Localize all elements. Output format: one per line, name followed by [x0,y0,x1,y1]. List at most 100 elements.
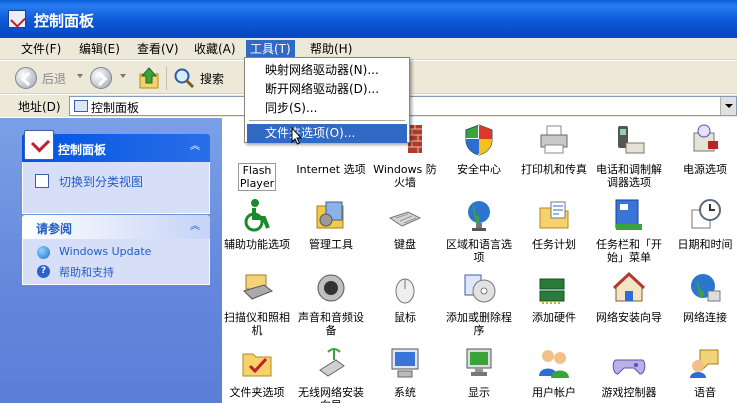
cp-item-accessibility[interactable]: 辅助功能选项 [222,198,292,251]
cp-item-mouse[interactable]: 鼠标 [370,271,440,324]
item-label: 鼠标 [394,311,416,324]
menu-view[interactable]: 查看(V) [133,40,183,58]
cp-item-admin-tools[interactable]: 管理工具 [296,198,366,251]
back-dropdown-icon[interactable] [77,74,83,78]
cp-item-add-hardware[interactable]: 添加硬件 [519,271,589,324]
item-label: 辅助功能选项 [224,238,290,251]
search-icon[interactable] [172,67,196,89]
cp-item-printers[interactable]: 打印机和传真 [519,123,589,176]
title-bar: 控制面板 [0,0,737,38]
toolbar-separator [166,66,167,90]
cp-item-sound[interactable]: 声音和音频设备 [296,271,366,337]
cp-item-phone-modem[interactable]: 电话和调制解调器选项 [594,123,664,189]
cp-item-date-time[interactable]: 日期和时间 [670,198,737,251]
printer-icon [537,123,571,157]
cp-item-speech[interactable]: 语音 [670,346,737,399]
panel-header[interactable]: 请参阅 ︽ [22,215,210,239]
address-label: 地址(D) [18,100,61,114]
taskbar-icon [612,198,646,232]
display-icon [462,346,496,380]
synchronize-item[interactable]: 同步(S)... [247,99,407,118]
menu-separator [249,120,405,121]
network-wizard-icon [612,271,646,305]
windows-update-icon [37,246,50,259]
item-label: 添加或删除程序 [446,311,512,337]
cp-item-power[interactable]: 电源选项 [670,123,737,176]
item-label: 显示 [468,386,490,399]
speech-icon [688,346,722,380]
item-label: 网络安装向导 [596,311,662,324]
item-label: Internet 选项 [296,163,366,176]
item-label: 区域和语言选项 [446,238,512,264]
disconnect-network-drive-item[interactable]: 断开网络驱动器(D)... [247,80,407,99]
network-connections-icon [688,271,722,305]
folder-options-item[interactable]: 文件夹选项(O)... [247,124,407,143]
menu-tools[interactable]: 工具(T) [246,40,295,58]
item-label: 安全中心 [457,163,501,176]
forward-dropdown-icon[interactable] [120,74,126,78]
add-remove-icon [462,271,496,305]
cp-item-user-accounts[interactable]: 用户帐户 [519,346,589,399]
cp-item-add-remove[interactable]: 添加或删除程序 [444,271,514,337]
cp-item-network-connections[interactable]: 网络连接 [670,271,737,324]
address-value[interactable]: 控制面板 [91,99,139,116]
category-view-icon [35,174,49,188]
item-label: Flash Player [238,163,276,191]
cp-item-system[interactable]: 系统 [370,346,440,399]
switch-category-view-link[interactable]: 切换到分类视图 [59,173,143,190]
panel-title: 请参阅 [36,222,73,236]
item-label: 打印机和传真 [521,163,587,176]
cp-item-scanners[interactable]: 扫描仪和照相机 [222,271,292,337]
cp-item-region-language[interactable]: 区域和语言选项 [444,198,514,264]
address-dropdown-icon[interactable] [720,97,736,115]
panel-body: 切换到分类视图 [22,162,210,214]
cp-item-wireless-setup[interactable]: 无线网络安装向导 [296,346,366,403]
panel-header[interactable]: 控制面板 ︽ [22,130,210,162]
item-label: 文件夹选项 [229,386,285,399]
control-panel-icon [24,130,54,160]
back-button-label[interactable]: 后退 [42,70,66,87]
scheduled-tasks-icon [537,198,571,232]
forward-icon[interactable] [90,67,112,89]
back-icon[interactable] [15,67,37,89]
panel-body: Windows Update ? 帮助和支持 [22,239,210,285]
collapse-icon[interactable]: ︽ [188,140,202,154]
menu-favorites[interactable]: 收藏(A) [190,40,240,58]
item-label: 任务计划 [532,238,576,251]
item-label: 游戏控制器 [601,386,657,399]
cp-item-taskbar[interactable]: 任务栏和「开始」菜单 [594,198,664,264]
cp-item-keyboard[interactable]: 键盘 [370,198,440,251]
link-label[interactable]: 帮助和支持 [59,264,114,280]
item-label: 日期和时间 [677,238,733,251]
phone-modem-icon [612,123,646,157]
cp-item-security-center[interactable]: 安全中心 [444,123,514,176]
menu-edit[interactable]: 编辑(E) [75,40,124,58]
menu-help[interactable]: 帮助(H) [306,40,356,58]
accessibility-icon [240,198,274,232]
item-label: 电源选项 [683,163,727,176]
task-pane: 控制面板 ︽ 切换到分类视图 请参阅 ︽ Windows Update ? 帮助… [0,118,222,403]
cp-item-folder-options[interactable]: 文件夹选项 [222,346,292,399]
globe-icon [462,198,496,232]
item-label: 声音和音频设备 [298,311,364,337]
mouse-cursor-icon [291,127,303,145]
item-label: 任务栏和「开始」菜单 [596,238,662,264]
search-button-label[interactable]: 搜索 [200,70,224,87]
cp-item-display[interactable]: 显示 [444,346,514,399]
link-label[interactable]: Windows Update [59,245,151,258]
collapse-icon[interactable]: ︽ [188,220,202,234]
hardware-icon [537,271,571,305]
menu-file[interactable]: 文件(F) [17,40,65,58]
cp-item-scheduled-tasks[interactable]: 任务计划 [519,198,589,251]
admin-tools-icon [314,198,348,232]
item-label: 用户帐户 [532,386,576,399]
cp-item-network-setup[interactable]: 网络安装向导 [594,271,664,324]
security-center-icon [462,123,496,157]
users-icon [537,346,571,380]
item-label: 添加硬件 [532,311,576,324]
control-panel-icon [8,10,26,28]
map-network-drive-item[interactable]: 映射网络驱动器(N)... [247,61,407,80]
cp-item-game-controllers[interactable]: 游戏控制器 [594,346,664,399]
tools-menu-dropdown: 映射网络驱动器(N)... 断开网络驱动器(D)... 同步(S)... 文件夹… [244,57,410,143]
up-folder-icon[interactable] [137,65,161,91]
